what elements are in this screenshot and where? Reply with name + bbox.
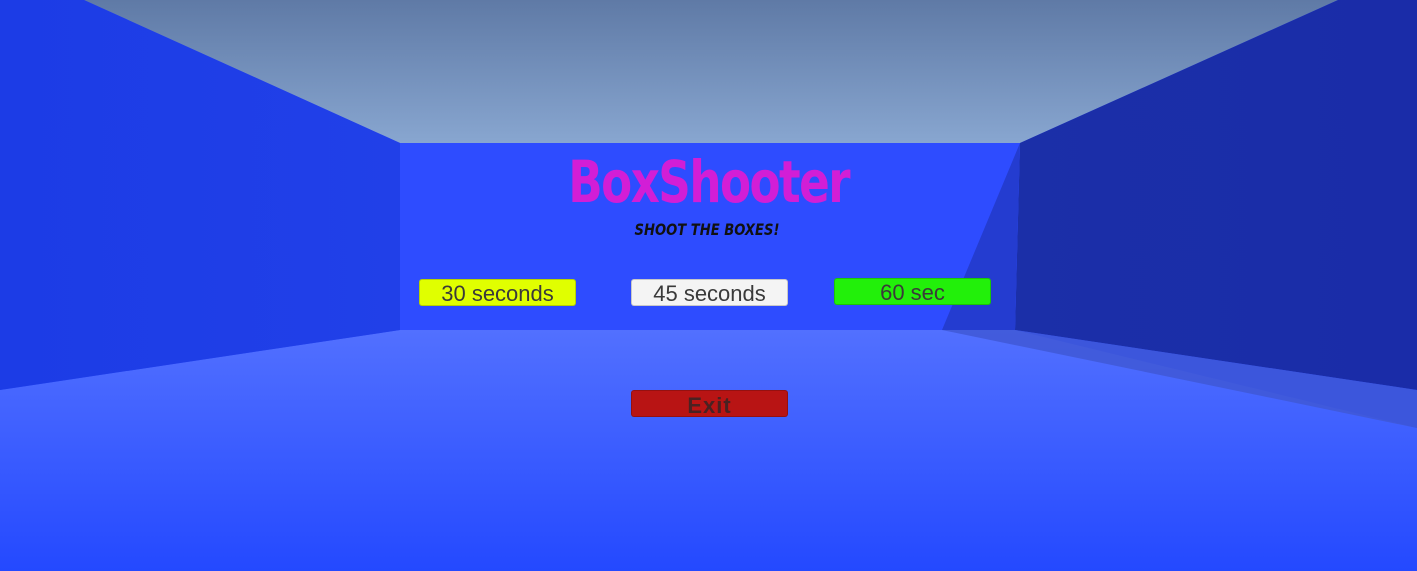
- exit-button[interactable]: Exit: [631, 390, 788, 418]
- play-60-seconds-button[interactable]: 60 sec: [834, 278, 991, 305]
- game-scene: BoxShooter SHOOT THE BOXES! 30 seconds 4…: [0, 0, 1417, 571]
- play-45-seconds-button[interactable]: 45 seconds: [631, 279, 788, 306]
- game-subtitle: SHOOT THE BOXES!: [634, 220, 780, 239]
- play-30-seconds-button[interactable]: 30 seconds: [419, 279, 576, 306]
- game-title: BoxShooter: [156, 146, 1261, 218]
- game-title-text: BoxShooter: [568, 148, 850, 216]
